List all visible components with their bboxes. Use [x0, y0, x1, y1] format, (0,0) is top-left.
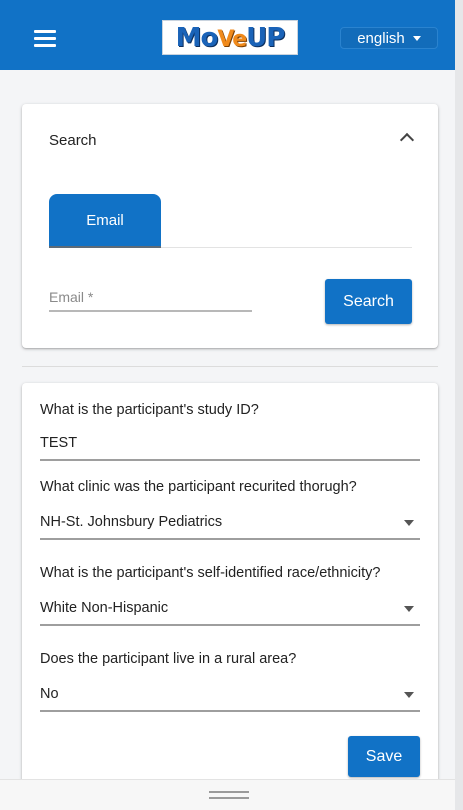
hamburger-icon[interactable]	[34, 30, 56, 48]
participant-form: What is the participant's study ID? TEST…	[22, 383, 438, 810]
race-ethnicity-value: White Non-Hispanic	[40, 600, 169, 616]
dropdown-arrow-icon	[404, 692, 414, 698]
race-ethnicity-question: What is the participant's self-identifie…	[40, 565, 381, 581]
drag-handle-icon[interactable]	[209, 791, 249, 793]
email-field[interactable]	[49, 284, 252, 312]
drag-handle-icon[interactable]	[209, 797, 249, 799]
search-panel: Search Email Search	[22, 104, 438, 348]
caret-down-icon	[412, 35, 421, 41]
chevron-up-icon[interactable]	[399, 131, 415, 143]
dropdown-arrow-icon	[404, 520, 414, 526]
tab-email[interactable]: Email	[49, 194, 161, 248]
tab-divider	[161, 247, 412, 248]
search-button[interactable]: Search	[325, 279, 412, 324]
rural-area-value: No	[40, 686, 59, 702]
clinic-question: What clinic was the participant recurite…	[40, 479, 357, 495]
race-ethnicity-select[interactable]: White Non-Hispanic	[40, 600, 420, 626]
study-id-question: What is the participant's study ID?	[40, 402, 259, 418]
clinic-value: NH-St. Johnsbury Pediatrics	[40, 514, 223, 530]
search-panel-title: Search	[49, 132, 97, 149]
app-header: MoVeUP english	[0, 0, 455, 70]
save-button[interactable]: Save	[348, 736, 420, 777]
section-divider	[22, 366, 438, 367]
page-scrollbar[interactable]	[455, 0, 463, 810]
bottom-bar	[0, 779, 455, 810]
moveup-logo: MoVeUP	[162, 20, 298, 55]
clinic-select[interactable]: NH-St. Johnsbury Pediatrics	[40, 514, 420, 540]
dropdown-arrow-icon	[404, 606, 414, 612]
rural-area-select[interactable]: No	[40, 686, 420, 712]
language-selector[interactable]: english	[340, 27, 438, 49]
rural-area-question: Does the participant live in a rural are…	[40, 651, 297, 667]
language-label: english	[357, 29, 405, 47]
study-id-value: TEST	[40, 435, 78, 451]
study-id-field[interactable]: TEST	[40, 435, 420, 461]
